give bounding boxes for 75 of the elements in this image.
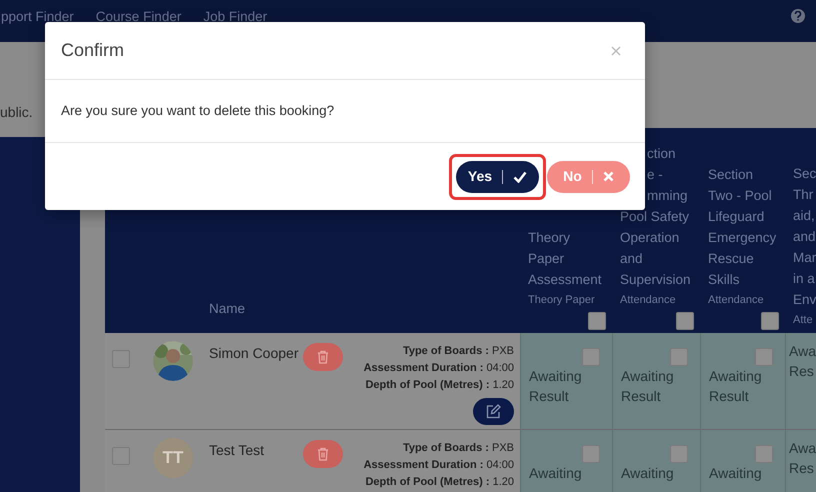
checkbox[interactable] xyxy=(582,348,600,366)
result-text: Res xyxy=(789,362,814,381)
result-text: Res xyxy=(789,459,814,478)
column-header: e - xyxy=(647,166,663,184)
dialog-title: Confirm xyxy=(61,39,124,62)
column-header: Lifeguard xyxy=(708,208,764,226)
column-header: Skills xyxy=(708,271,740,289)
delete-button[interactable] xyxy=(303,440,343,468)
column-subheader: Theory Paper xyxy=(528,293,595,308)
person-name: Simon Cooper xyxy=(209,344,298,363)
column-header: Section xyxy=(708,166,754,184)
column-header: Paper xyxy=(528,250,564,268)
column-subheader: Atte xyxy=(793,313,813,328)
column-header: Thr xyxy=(793,186,814,204)
checkbox[interactable] xyxy=(670,445,688,463)
check-icon xyxy=(513,170,528,182)
result-text: Result xyxy=(709,387,749,406)
result-text: Awaiting xyxy=(709,367,762,386)
column-header: Name xyxy=(209,301,246,316)
result-text: Awaiting xyxy=(529,367,582,386)
result-text: Awa xyxy=(789,439,816,458)
column-header: Operation xyxy=(620,229,680,247)
trash-icon xyxy=(317,447,329,461)
detail-text: Depth of Pool (Metres) : 1.20 xyxy=(365,475,514,490)
person-name: Test Test xyxy=(209,441,264,460)
column-header: mming xyxy=(647,187,688,205)
column-header: Assessment xyxy=(528,271,602,289)
column-header: Two - Pool xyxy=(708,187,772,205)
checkbox[interactable] xyxy=(755,445,773,463)
dialog-message: Are you sure you want to delete this booking? xyxy=(61,102,334,120)
edit-button[interactable] xyxy=(473,398,514,425)
no-button[interactable]: No xyxy=(547,160,630,192)
column-header: Pool Safety xyxy=(620,208,690,226)
detail-text: Assessment Duration : 04:00 xyxy=(364,458,514,473)
checkbox[interactable] xyxy=(755,348,773,366)
column-header: Rescue xyxy=(708,250,754,268)
delete-button[interactable] xyxy=(303,343,343,371)
checkbox[interactable] xyxy=(761,312,779,330)
notice-text: ublic. xyxy=(0,103,33,122)
column-header: Env xyxy=(793,291,816,309)
column-subheader: Attendance xyxy=(620,293,676,308)
column-header: Sec xyxy=(793,165,816,183)
close-icon xyxy=(602,171,614,182)
detail-text: Depth of Pool (Metres) : 1.20 xyxy=(365,378,514,393)
checkbox[interactable] xyxy=(588,312,606,330)
result-text: Awaiting xyxy=(529,464,582,483)
yes-button[interactable]: Yes xyxy=(456,160,539,192)
trash-icon xyxy=(317,350,329,364)
result-text: Awaiting xyxy=(709,464,762,483)
checkbox[interactable] xyxy=(582,445,600,463)
detail-text: Type of Boards : PXB xyxy=(402,344,514,359)
column-header: and xyxy=(793,228,816,246)
column-subheader: Attendance xyxy=(708,293,764,308)
result-text: Awaiting xyxy=(621,464,674,483)
checkbox[interactable] xyxy=(676,312,694,330)
result-text: Result xyxy=(529,387,569,406)
result-text: Awaiting xyxy=(621,367,674,386)
column-header: Theory xyxy=(528,229,570,247)
close-icon[interactable] xyxy=(611,46,621,56)
result-text: Result xyxy=(621,387,661,406)
column-header: Supervision xyxy=(620,271,691,289)
avatar: TT xyxy=(153,438,193,478)
checkbox[interactable] xyxy=(670,348,688,366)
nav-link[interactable]: pport Finder xyxy=(1,7,74,28)
help-icon[interactable] xyxy=(791,9,805,23)
detail-text: Assessment Duration : 04:00 xyxy=(364,361,514,376)
detail-text: Type of Boards : PXB xyxy=(402,441,514,456)
column-header: Emergency xyxy=(708,229,776,247)
column-header: Mar xyxy=(793,249,816,267)
column-header: and xyxy=(620,250,643,268)
result-text: Awa xyxy=(789,342,816,361)
column-header: in a xyxy=(793,270,815,288)
edit-icon xyxy=(486,404,501,419)
column-header: aid, xyxy=(793,207,815,225)
column-header: ction xyxy=(647,145,676,163)
